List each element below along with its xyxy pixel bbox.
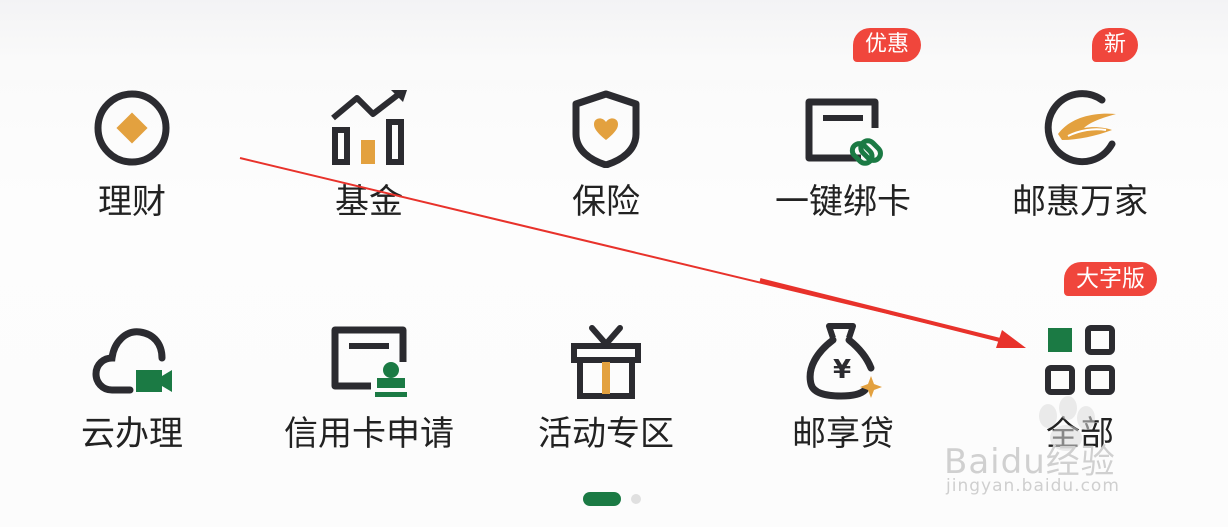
watermark-url: jingyan.baidu.com bbox=[946, 476, 1120, 496]
large-font-badge: 大字版 bbox=[1064, 262, 1157, 296]
promo-badge: 优惠 bbox=[853, 28, 922, 62]
menu-label: 一键绑卡 bbox=[775, 182, 911, 222]
wealth-icon bbox=[94, 90, 170, 166]
menu-label: 保险 bbox=[572, 182, 640, 222]
menu-item-youhui[interactable]: 邮惠万家 新 bbox=[962, 28, 1198, 262]
menu-label: 活动专区 bbox=[538, 414, 674, 454]
menu-item-cloud-service[interactable]: 云办理 bbox=[14, 294, 250, 494]
all-grid-icon bbox=[1045, 325, 1115, 395]
money-bag-icon: ¥ bbox=[806, 323, 882, 400]
menu-label: 邮享贷 bbox=[792, 414, 894, 454]
menu-label: 云办理 bbox=[81, 414, 183, 454]
credit-card-apply-icon bbox=[331, 326, 407, 397]
fund-chart-icon bbox=[331, 90, 407, 165]
youhui-logo-icon bbox=[1044, 90, 1116, 166]
insurance-shield-icon bbox=[572, 90, 640, 168]
bind-card-icon bbox=[805, 98, 883, 166]
new-badge: 新 bbox=[1092, 28, 1139, 62]
menu-item-loan[interactable]: ¥ 邮享贷 bbox=[725, 294, 961, 494]
menu-label: 信用卡申请 bbox=[284, 414, 454, 454]
menu-item-bind-card[interactable]: 一键绑卡 优惠 bbox=[725, 28, 961, 262]
menu-label: 邮惠万家 bbox=[1012, 182, 1148, 222]
menu-item-fund[interactable]: 基金 bbox=[251, 62, 487, 262]
menu-label: 理财 bbox=[98, 182, 166, 222]
page-dot-active[interactable] bbox=[583, 492, 621, 506]
menu-label: 基金 bbox=[335, 182, 403, 222]
menu-item-insurance[interactable]: 保险 bbox=[488, 62, 724, 262]
cloud-video-icon bbox=[92, 328, 172, 394]
page-dot[interactable] bbox=[631, 494, 641, 504]
menu-item-events[interactable]: 活动专区 bbox=[488, 294, 724, 494]
svg-text:¥: ¥ bbox=[833, 355, 851, 385]
menu-item-credit-card[interactable]: 信用卡申请 bbox=[251, 294, 487, 494]
menu-item-wealth[interactable]: 理财 bbox=[14, 62, 250, 262]
gift-box-icon bbox=[571, 325, 641, 399]
